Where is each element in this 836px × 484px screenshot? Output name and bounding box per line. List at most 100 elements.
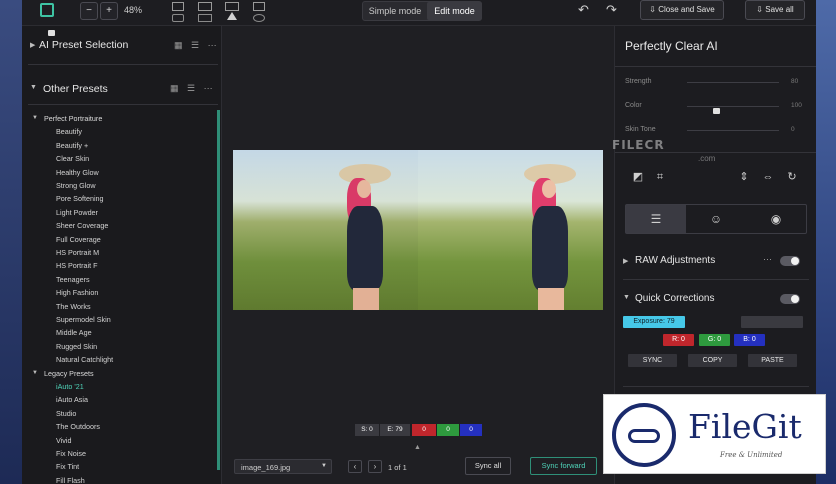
preset-item[interactable]: Fill Flash: [56, 476, 85, 484]
preset-item[interactable]: Strong Glow: [56, 181, 96, 190]
raw-adjustments-title[interactable]: RAW Adjustments: [635, 255, 715, 266]
green-value-chip[interactable]: G: 0: [699, 334, 730, 346]
preset-item[interactable]: High Fashion: [56, 288, 98, 297]
quick-corrections-title[interactable]: Quick Corrections: [635, 293, 714, 304]
face-tab-icon[interactable]: ☺: [686, 205, 746, 233]
expand-histogram-icon[interactable]: ▲: [414, 444, 421, 451]
close-save-icon: ⇩: [649, 5, 659, 14]
preset-item[interactable]: iAuto '21: [56, 382, 84, 391]
layout-single-icon[interactable]: [172, 2, 184, 11]
filegit-name: FileGit: [688, 407, 802, 446]
close-and-save-button[interactable]: ⇩ Close and Save: [640, 0, 724, 20]
raw-adjustments-toggle[interactable]: [780, 256, 800, 266]
preset-item[interactable]: Clear Skin: [56, 154, 89, 163]
collapse-category-icon[interactable]: ▼: [32, 115, 38, 121]
red-value-chip[interactable]: R: 0: [663, 334, 694, 346]
paste-button[interactable]: PASTE: [748, 354, 797, 367]
app-logo-icon[interactable]: [40, 3, 54, 17]
preset-item[interactable]: Studio: [56, 409, 76, 418]
slider-value: 80: [791, 78, 799, 85]
save-all-button[interactable]: ⇩ Save all: [745, 0, 805, 20]
rotate-icon[interactable]: ↻: [785, 170, 799, 184]
flip-vertical-icon[interactable]: ⇕: [737, 170, 751, 184]
simple-mode-button[interactable]: Simple mode: [363, 2, 427, 20]
preset-item[interactable]: Rugged Skin: [56, 342, 97, 351]
sliders-tab-icon[interactable]: ☰: [626, 205, 686, 233]
layout-stack-icon[interactable]: [253, 2, 265, 11]
prev-image-button[interactable]: ‹: [348, 460, 362, 473]
model-dress: [347, 206, 383, 290]
filecr-watermark-sub: .com: [698, 154, 716, 163]
crop-icon[interactable]: ⌗: [653, 170, 667, 184]
sync-all-button[interactable]: Sync all: [465, 457, 511, 475]
next-image-button[interactable]: ›: [368, 460, 382, 473]
quick-corrections-toggle[interactable]: [780, 294, 800, 304]
save-all-icon: ⇩: [756, 5, 766, 14]
eye-tab-icon[interactable]: ◉: [746, 205, 806, 233]
preset-item[interactable]: Middle Age: [56, 328, 92, 337]
image-canvas: S: 0 E: 79 0 0 0 ▲ image_169.jpg ▼ ‹ › 1 of …: [222, 26, 614, 484]
expand-ai-preset-icon[interactable]: ▶: [30, 41, 35, 49]
layout-split-icon[interactable]: [225, 2, 239, 11]
model-face: [357, 180, 371, 198]
flip-horizontal-icon[interactable]: ⇔: [761, 170, 775, 184]
preset-item[interactable]: Full Coverage: [56, 235, 101, 244]
preset-item[interactable]: Healthy Glow: [56, 168, 99, 177]
raw-more-icon[interactable]: ⋯: [763, 254, 772, 265]
panel-divider: [623, 386, 809, 387]
preset-item[interactable]: Pore Softening: [56, 194, 104, 203]
face-detect-icon[interactable]: [253, 14, 265, 22]
preset-item[interactable]: Sheer Coverage: [56, 221, 108, 230]
redo-icon[interactable]: ↷: [606, 2, 617, 18]
sync-forward-button[interactable]: Sync forward: [530, 457, 597, 475]
exposure-chip[interactable]: Exposure: 79: [623, 316, 685, 328]
sync-button[interactable]: SYNC: [628, 354, 677, 367]
slider-label: Strength: [625, 78, 652, 85]
preset-category[interactable]: Perfect Portraiture: [44, 114, 102, 123]
preset-item[interactable]: Beautify: [56, 127, 82, 136]
file-select[interactable]: image_169.jpg ▼: [234, 459, 332, 474]
preset-item[interactable]: HS Portrait M: [56, 248, 99, 257]
histogram-icon[interactable]: [227, 12, 237, 20]
preview-mask-icon[interactable]: [172, 14, 184, 22]
preset-item[interactable]: HS Portrait F: [56, 261, 98, 270]
collapse-category-icon[interactable]: ▼: [32, 370, 38, 376]
zoom-in-button[interactable]: +: [100, 2, 118, 20]
slider-track[interactable]: [687, 106, 779, 107]
chevron-down-icon: ▼: [321, 463, 327, 469]
copy-button[interactable]: COPY: [688, 354, 737, 367]
preset-item[interactable]: The Outdoors: [56, 422, 100, 431]
lock-icon: [713, 108, 720, 114]
collapse-quick-icon[interactable]: ▼: [623, 294, 630, 301]
save-all-label: Save all: [765, 5, 794, 14]
preset-scrollbar-thumb[interactable]: [217, 110, 220, 470]
preset-item[interactable]: Vivid: [56, 436, 71, 445]
preset-item[interactable]: Fix Tint: [56, 462, 79, 471]
ai-preset-selection-title[interactable]: AI Preset Selection: [39, 39, 128, 51]
other-presets-view-icons[interactable]: ▦ ☰ ⋯: [170, 83, 216, 94]
preset-item[interactable]: The Works: [56, 302, 91, 311]
preview-grid-icon[interactable]: [198, 14, 212, 22]
preset-item[interactable]: Fix Noise: [56, 449, 86, 458]
slider-track[interactable]: [687, 82, 779, 83]
zoom-out-button[interactable]: −: [80, 2, 98, 20]
expand-raw-icon[interactable]: ▶: [623, 257, 628, 265]
crop-compare-icon[interactable]: ◩: [631, 170, 645, 184]
ai-preset-view-icons[interactable]: ▦ ☰ ⋯: [174, 40, 220, 51]
edit-mode-button[interactable]: Edit mode: [427, 2, 482, 20]
page-info: 1 of 1: [388, 463, 407, 472]
preset-item[interactable]: Supermodel Skin: [56, 315, 111, 324]
preset-category[interactable]: Legacy Presets: [44, 369, 94, 378]
preset-item[interactable]: Teenagers: [56, 275, 90, 284]
preset-item[interactable]: Natural Catchlight: [56, 355, 113, 364]
other-presets-title[interactable]: Other Presets: [43, 83, 108, 95]
preset-item[interactable]: Light Powder: [56, 208, 98, 217]
preset-item[interactable]: iAuto Asia: [56, 395, 88, 404]
blue-value-chip[interactable]: B: 0: [734, 334, 765, 346]
exposure-warning-chip[interactable]: [741, 316, 803, 328]
slider-track[interactable]: [687, 130, 779, 131]
collapse-other-presets-icon[interactable]: ▼: [30, 84, 37, 91]
preset-item[interactable]: Beautify +: [56, 141, 88, 150]
layout-compare-icon[interactable]: [198, 2, 212, 11]
undo-icon[interactable]: ↶: [578, 2, 589, 18]
